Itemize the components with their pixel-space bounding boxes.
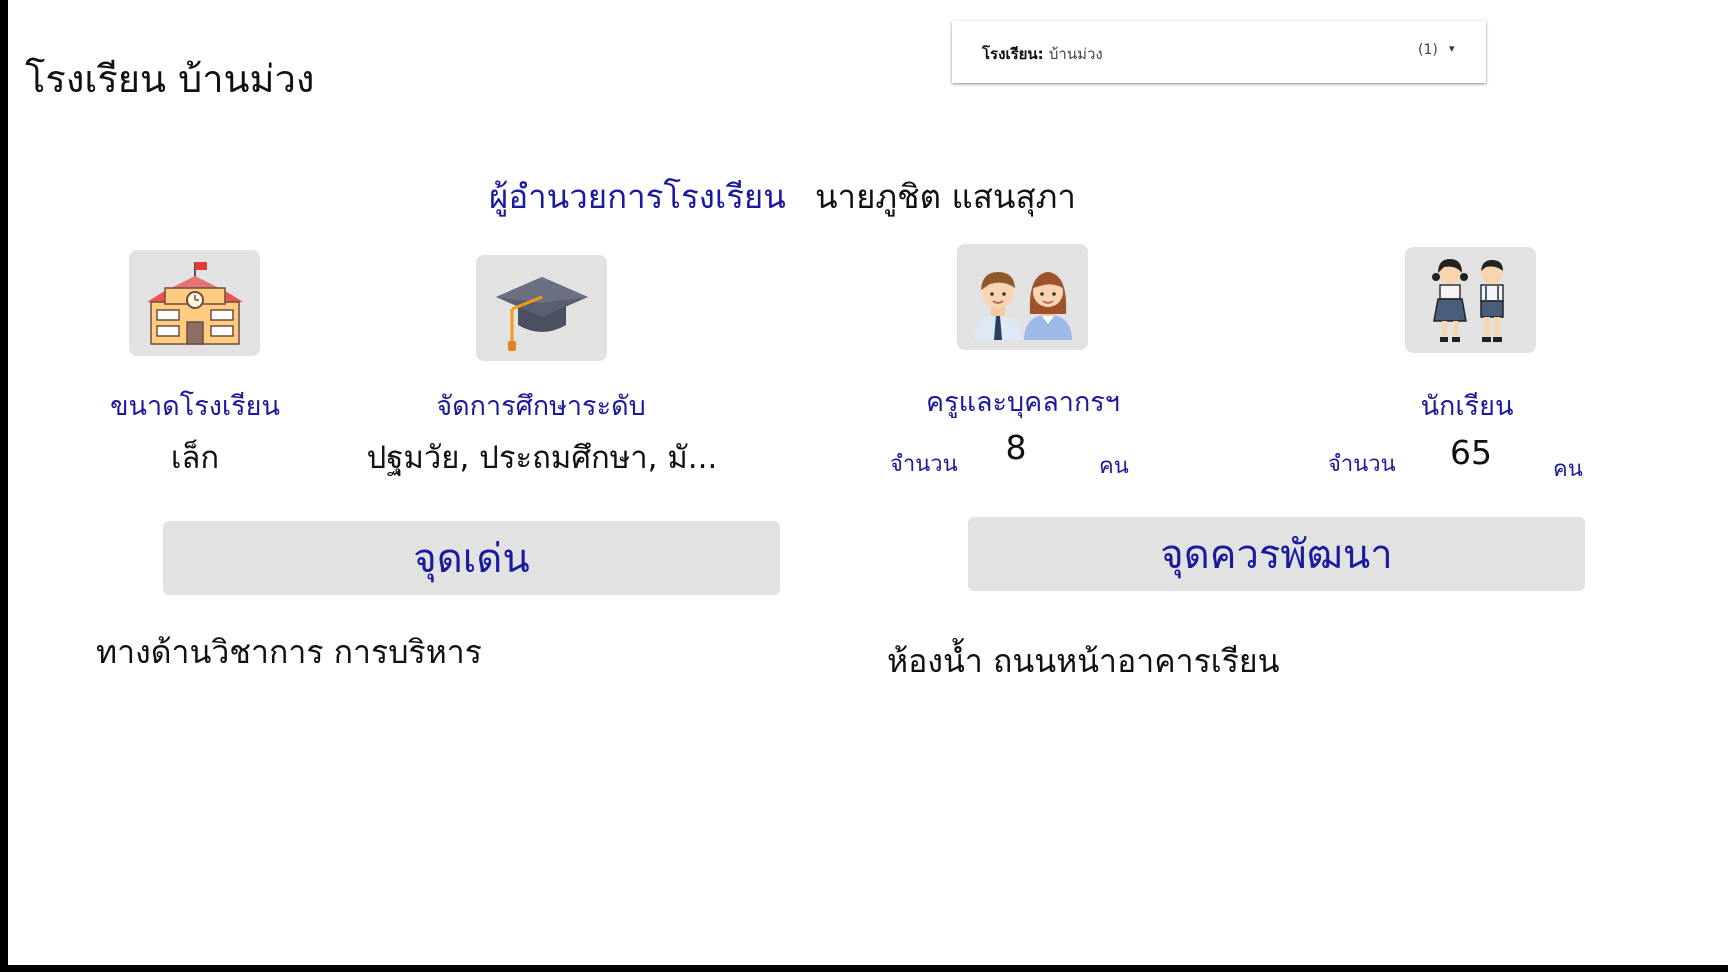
students-label: นักเรียน [1420,391,1514,422]
director-name: นายภูชิต แสนสุภา [815,177,1076,216]
improvements-heading: จุดควรพัฒนา [968,517,1585,591]
teachers-count: 8 [1005,428,1027,467]
strengths-heading: จุดเด่น [163,521,780,595]
school-filter-dropdown[interactable]: โรงเรียน: บ้านม่วง (1) ▾ [952,21,1486,83]
graduation-cap-icon [476,255,607,361]
strengths-text: ทางด้านวิชาการ การบริหาร [96,633,482,671]
teachers-unit: คน [1099,454,1129,479]
school-size-label: ขนาดโรงเรียน [110,391,280,422]
students-count-prefix: จำนวน [1328,452,1396,477]
chevron-down-icon[interactable]: ▾ [1449,42,1455,55]
school-size-value: เล็ก [170,440,220,476]
education-level-label: จัดการศึกษาระดับ [436,391,646,422]
page-title: โรงเรียน บ้านม่วง [25,57,315,101]
students-icon [1405,247,1536,353]
director-label: ผู้อำนวยการโรงเรียน [489,177,786,216]
dashboard-canvas: โรงเรียน บ้านม่วง โรงเรียน: บ้านม่วง (1)… [8,0,1728,965]
filter-selected-value: บ้านม่วง [1048,45,1103,63]
school-building-icon [129,250,260,356]
filter-label: โรงเรียน: บ้านม่วง [982,45,1103,63]
improvements-text: ห้องน้ำ ถนนหน้าอาคารเรียน [887,642,1280,680]
filter-count: (1) [1418,42,1438,58]
teachers-count-prefix: จำนวน [890,452,958,477]
education-level-value: ปฐมวัย, ประถมศึกษา, มั... [366,440,718,476]
teachers-label: ครูและบุคลากรฯ [926,387,1120,418]
students-unit: คน [1553,457,1583,482]
filter-label-text: โรงเรียน [982,45,1038,63]
teachers-icon [957,244,1088,350]
students-count: 65 [1450,433,1492,472]
